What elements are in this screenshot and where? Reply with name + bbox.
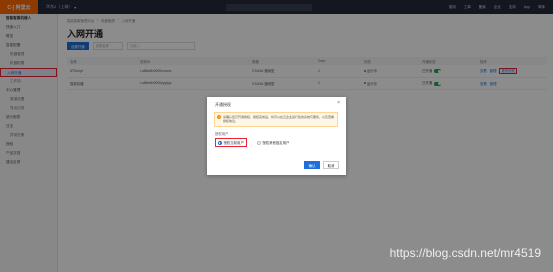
dialog-footer: 确认 取消 bbox=[304, 161, 339, 169]
confirm-button[interactable]: 确认 bbox=[304, 161, 320, 169]
alert-message: 请确认您已开通授权，授权完成后，将可以在云企业运行您的系统与服务，以及查看授权信… bbox=[223, 115, 335, 123]
radio-other-user[interactable]: 授权其他指定用户 bbox=[256, 140, 290, 145]
cancel-button[interactable]: 取消 bbox=[323, 161, 339, 169]
radio-checked-icon bbox=[218, 140, 222, 145]
radio-label: 授权其他指定用户 bbox=[262, 141, 290, 145]
auth-radio-group: 授权当前用户 授权其他指定用户 bbox=[215, 138, 289, 147]
radio-unchecked-icon bbox=[256, 140, 261, 145]
warning-icon: ! bbox=[217, 115, 221, 119]
authorization-dialog: 开通授权 × ! 请确认您已开通授权，授权完成后，将可以在云企业运行您的系统与服… bbox=[207, 97, 346, 175]
radio-label: 授权当前用户 bbox=[223, 141, 244, 145]
watermark: https://blog.csdn.net/mr4519 bbox=[389, 246, 541, 260]
auth-user-label: 授权用户 bbox=[215, 132, 229, 136]
close-icon[interactable]: × bbox=[337, 100, 340, 106]
radio-current-user[interactable]: 授权当前用户 bbox=[215, 138, 247, 147]
dialog-title: 开通授权 bbox=[215, 102, 231, 107]
warning-alert: ! 请确认您已开通授权，授权完成后，将可以在云企业运行您的系统与服务，以及查看授… bbox=[214, 112, 338, 127]
